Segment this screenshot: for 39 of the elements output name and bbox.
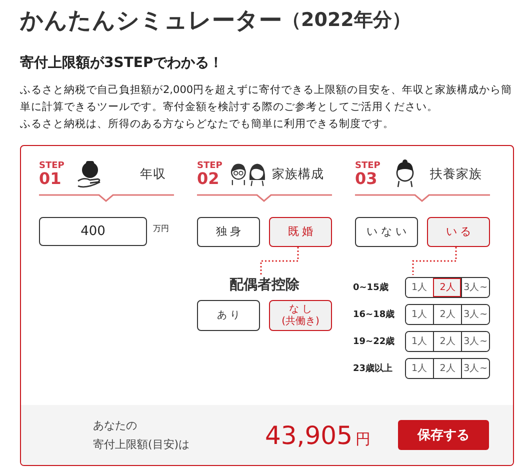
dependents-option[interactable]: い る: [427, 217, 490, 247]
section-heading: 寄付上限額が3STEPでわかる！: [20, 54, 224, 72]
count-option[interactable]: 3人~: [461, 332, 489, 351]
step-number: 03: [355, 170, 378, 186]
income-field[interactable]: 400: [39, 217, 147, 246]
age-label: 19~22歳: [353, 335, 396, 348]
result-label: あなたの: [93, 418, 138, 434]
step-label: STEP: [355, 162, 382, 170]
dependents-option[interactable]: い な い: [355, 217, 418, 247]
currency-unit: 円: [355, 430, 370, 448]
step-title: 家族構成: [272, 166, 324, 182]
unit-label: 万円: [153, 223, 169, 234]
deduction-heading: 配偶者控除: [228, 276, 300, 294]
deduction-option[interactable]: な し (共働き): [269, 300, 332, 331]
age-label: 0~15歳: [353, 281, 390, 294]
count-option[interactable]: 3人~: [461, 278, 489, 297]
step-title: 扶養家族: [430, 166, 482, 182]
year-label: （2022年分）: [282, 8, 411, 33]
age-label: 23歳以上: [353, 362, 394, 375]
step-number: 01: [39, 170, 62, 186]
save-button[interactable]: 保存する: [398, 420, 489, 450]
count-option[interactable]: 3人~: [461, 359, 489, 378]
deduction-option[interactable]: あ り: [197, 300, 260, 331]
step-number: 02: [197, 170, 220, 186]
result-amount: 43,905: [265, 420, 352, 450]
marital-option[interactable]: 既 婚: [269, 217, 332, 247]
result-label: 寄付上限額(目安)は: [93, 437, 191, 453]
page-title: かんたんシミュレーター: [20, 6, 282, 36]
step-label: STEP: [197, 162, 224, 170]
step-label: STEP: [39, 162, 66, 170]
count-option[interactable]: 2人: [433, 278, 462, 297]
age-label: 16~18歳: [353, 308, 396, 321]
count-option[interactable]: 3人~: [461, 305, 489, 324]
connector-line: [260, 247, 299, 275]
step-title: 年収: [140, 166, 166, 182]
description-text: ふるさと納税は、所得のある方ならどなたでも簡単に利用できる制度です。: [20, 117, 395, 132]
connector-line: [412, 247, 457, 275]
marital-option[interactable]: 独 身: [197, 217, 260, 247]
description-text: ふるさと納税で自己負担額が2,000円を超えずに寄付できる上限額の目安を、年収と家族構成から簡単に計算できるツールです。寄付金額を検討する際のご参考としてご活用ください。: [20, 83, 514, 115]
